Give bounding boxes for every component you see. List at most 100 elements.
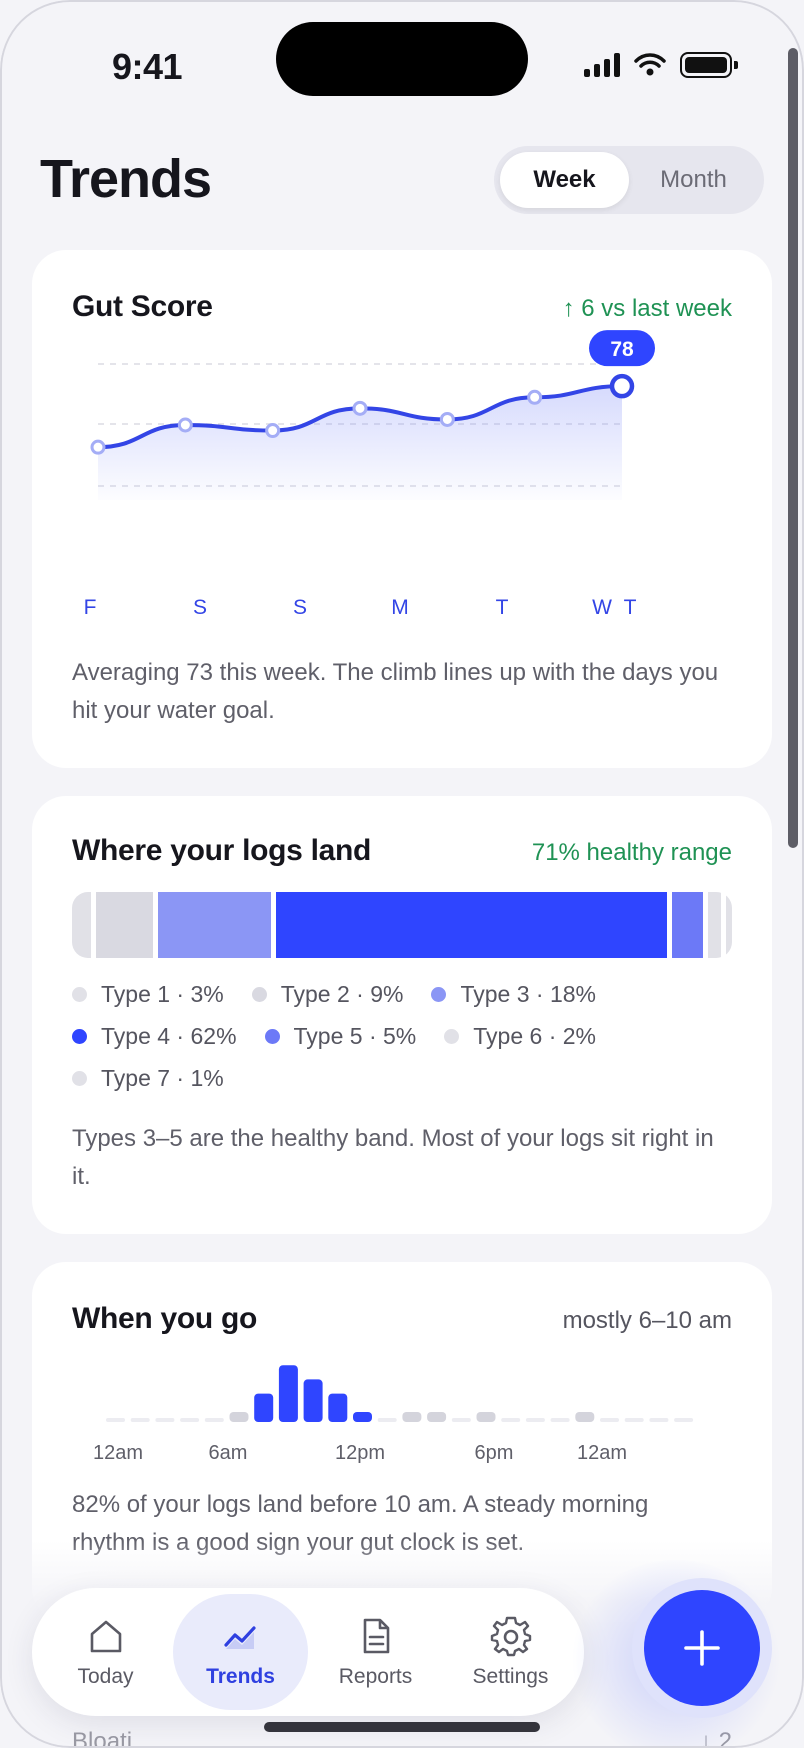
gut-score-latest-point[interactable] [609, 373, 635, 399]
timing-summary-line-1: 82% of your logs land before 10 am. A st… [72, 1491, 649, 1518]
gut-score-point[interactable] [527, 389, 543, 405]
gut-score-point[interactable] [265, 423, 281, 439]
legend-item: Type 1 · 3% [72, 980, 224, 1008]
log-types-title: Where your logs land [72, 834, 372, 867]
page-title: Trends [40, 149, 212, 209]
gut-score-card[interactable]: Gut Score ↑ 6 vs last week 78 FSSMTWT Av… [32, 250, 772, 768]
legend-label: Type 6 · 2% [473, 1022, 596, 1049]
home-icon [90, 1620, 121, 1653]
segment-month[interactable]: Month [629, 152, 758, 208]
healthy-range-value: 71% healthy range [531, 839, 732, 866]
cellular-signal-icon [584, 53, 620, 77]
tab-trends[interactable]: Trends [173, 1594, 308, 1710]
day-label: T [623, 596, 637, 619]
hour-bar [649, 1418, 669, 1422]
hour-bar [501, 1418, 521, 1422]
hour-bar [106, 1418, 125, 1422]
legend-dot [264, 1028, 280, 1044]
tab-bar: Today Trends Reports Settings [32, 1588, 584, 1716]
day-label: S [192, 596, 207, 619]
log-type-segment[interactable] [95, 892, 153, 958]
tab-label-settings: Settings [472, 1665, 549, 1688]
legend-dot [251, 986, 267, 1002]
scrollbar[interactable] [788, 48, 798, 848]
log-types-card[interactable]: Where your logs land 71% healthy range T… [32, 796, 772, 1234]
hour-bar [550, 1418, 570, 1422]
hour-bar [278, 1365, 298, 1422]
tab-label-today: Today [77, 1665, 134, 1688]
tab-label-reports: Reports [338, 1665, 413, 1688]
status-time: 9:41 [112, 46, 183, 87]
legend-item: Type 6 · 2% [444, 1022, 596, 1050]
dynamic-island [276, 22, 528, 96]
battery-icon [680, 52, 738, 78]
legend-label: Type 2 · 9% [280, 980, 404, 1007]
hour-bar [427, 1412, 447, 1422]
gut-score-summary: Averaging 73 this week. The climb lines … [72, 659, 719, 724]
legend-dot [72, 986, 87, 1002]
hour-bar [180, 1418, 200, 1422]
hour-bar [525, 1418, 545, 1422]
gut-score-point[interactable] [90, 439, 106, 455]
legend-dot [72, 1028, 87, 1044]
legend-label: Type 7 · 1% [101, 1064, 224, 1091]
log-type-segment[interactable] [671, 892, 704, 958]
tab-reports[interactable]: Reports [308, 1594, 443, 1710]
gut-score-point[interactable] [352, 400, 368, 416]
tab-today[interactable]: Today [38, 1594, 173, 1710]
hour-bar [130, 1418, 150, 1422]
latest-score-label: 78 [610, 338, 634, 361]
hour-axis-label: 12am [92, 1442, 144, 1464]
day-label: M [391, 596, 409, 619]
tab-settings[interactable]: Settings [443, 1594, 578, 1710]
legend-dot [444, 1028, 460, 1044]
hour-axis-label: 6pm [474, 1442, 514, 1464]
phone-screen: 9:41 Trends Week Month Gut Score ↑ 6 vs … [0, 0, 804, 1748]
hourly-histogram [106, 1365, 694, 1422]
log-type-segment[interactable] [275, 892, 667, 958]
hour-bar [303, 1379, 323, 1422]
hour-bar [476, 1412, 496, 1422]
gut-score-point[interactable] [177, 417, 193, 433]
log-type-segment[interactable] [72, 892, 91, 958]
log-type-segment[interactable] [725, 892, 732, 958]
legend-label: Type 1 · 3% [101, 980, 224, 1007]
legend-label: Type 4 · 62% [101, 1022, 237, 1049]
legend-item: Type 3 · 18% [431, 980, 596, 1008]
hour-bar [328, 1393, 348, 1422]
hour-bar [254, 1393, 274, 1422]
hour-bar [353, 1412, 372, 1422]
period-segmented-control: Week Month [494, 146, 764, 214]
add-log-button[interactable] [644, 1590, 760, 1706]
log-type-segment[interactable] [157, 892, 271, 958]
hour-axis-label: 6am [208, 1442, 248, 1464]
legend-dot [431, 986, 447, 1002]
log-type-segment[interactable] [708, 892, 721, 958]
hour-bar [600, 1418, 619, 1422]
gut-score-point[interactable] [439, 411, 455, 427]
log-type-legend: Type 1 · 3% Type 2 · 9% Type 3 · 18% Type 4… [72, 980, 742, 1092]
day-label: S [292, 596, 307, 619]
plus-icon [684, 1630, 720, 1666]
gear-icon [490, 1616, 531, 1657]
hour-axis-label: 12pm [334, 1442, 386, 1464]
legend-item: Type 2 · 9% [251, 980, 404, 1008]
hour-bar [402, 1412, 422, 1422]
tab-label-trends: Trends [206, 1665, 275, 1688]
day-label: T [495, 596, 509, 619]
hour-axis-label: 12am [576, 1442, 628, 1464]
segment-week[interactable]: Week [500, 152, 629, 208]
status-icons [584, 52, 738, 78]
log-types-summary: Types 3–5 are the healthy band. Most of … [72, 1125, 714, 1190]
hour-bar [155, 1418, 175, 1422]
gut-score-chart: 78 [90, 330, 655, 500]
legend-dot [72, 1070, 87, 1086]
hour-bar [204, 1418, 224, 1422]
hour-bar [451, 1418, 471, 1422]
legend-item: Type 5 · 5% [264, 1022, 416, 1050]
day-label: F [83, 596, 97, 619]
hour-bar [624, 1418, 644, 1422]
home-indicator [264, 1722, 540, 1732]
log-type-stacked-bar [72, 892, 732, 958]
document-icon [363, 1618, 389, 1654]
